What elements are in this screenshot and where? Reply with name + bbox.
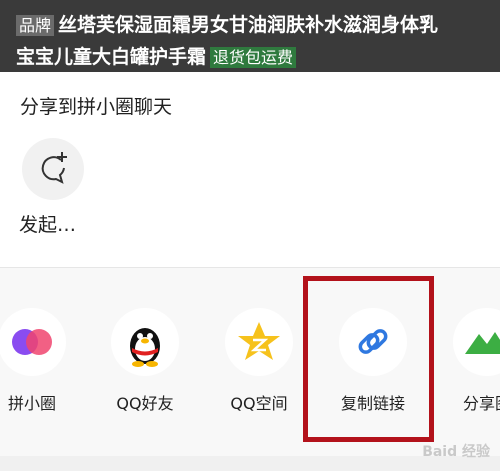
product-title-text-2: 宝宝儿童大白罐护手霜 [16,46,207,68]
add-chat-icon [41,152,67,184]
start-chat-label: 发起… [19,214,77,236]
qzone-star-icon [238,322,280,360]
share-sheet-title: 分享到拼小圈聊天 [20,96,173,118]
pinxiaoquan-icon-wrap [0,308,66,376]
pinxiaoquan-icon [12,329,52,355]
copy-link-highlight-box [303,276,434,442]
product-title-line-1: 品牌 丝塔芙保湿面霜男女甘油润肤补水滋润身体乳 [16,10,438,37]
share-app-label: 分享图 [462,394,500,413]
product-title-text-1: 丝塔芙保湿面霜男女甘油润肤补水滋润身体乳 [58,14,439,36]
share-app-share-image[interactable]: 分享图 [437,308,500,428]
product-title-banner: 品牌 丝塔芙保湿面霜男女甘油润肤补水滋润身体乳 宝宝儿童大白罐护手霜 退货包运费 [0,0,500,72]
refund-badge: 退货包运费 [210,47,297,68]
qq-penguin-icon [130,328,160,367]
share-app-label: QQ好友 [116,394,174,413]
share-app-qzone[interactable]: QQ空间 [209,308,309,428]
image-mountain-icon [465,332,500,354]
share-app-pinxiaoquan[interactable]: 拼小圈 [0,308,82,428]
product-title-line-2: 宝宝儿童大白罐护手霜 退货包运费 [16,42,300,69]
brand-badge: 品牌 [16,15,55,36]
start-chat-button[interactable] [22,138,84,200]
share-app-qq-friend[interactable]: QQ好友 [95,308,195,428]
share-image-icon-wrap [453,308,500,376]
share-app-label: QQ空间 [230,394,288,413]
qq-icon-wrap [111,308,179,376]
share-app-label: 拼小圈 [7,394,56,413]
watermark-text: Baid 经验 [422,444,490,460]
qzone-icon-wrap [225,308,293,376]
